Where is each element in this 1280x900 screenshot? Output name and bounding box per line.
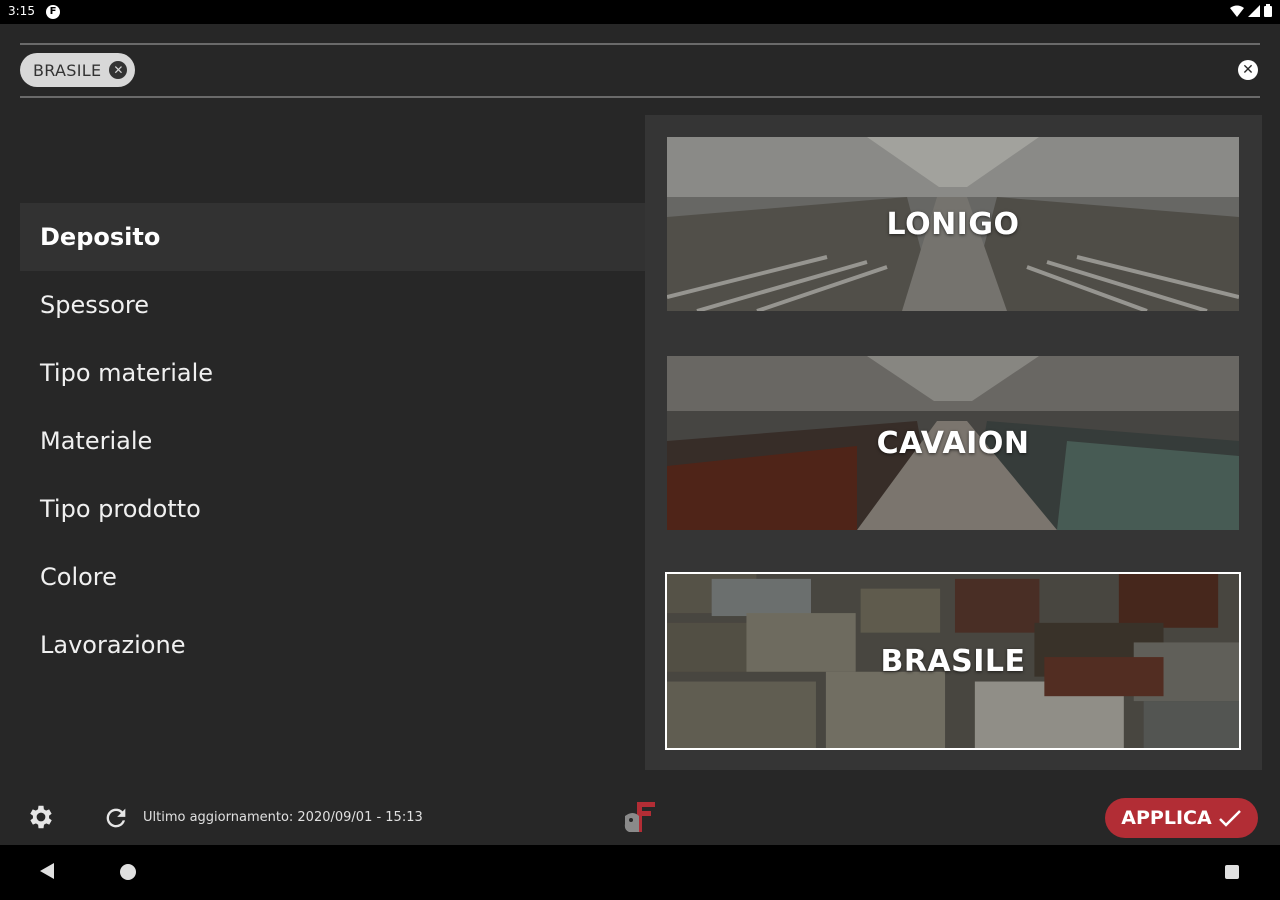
filter-item-spessore[interactable]: Spessore bbox=[20, 271, 645, 339]
filter-category-list: Deposito Spessore Tipo materiale Materia… bbox=[20, 203, 645, 679]
filter-item-materiale[interactable]: Materiale bbox=[20, 407, 645, 475]
status-icons bbox=[1230, 4, 1272, 17]
apply-label: APPLICA bbox=[1121, 807, 1212, 829]
recents-icon[interactable] bbox=[1225, 865, 1239, 879]
option-card-brasile[interactable]: BRASILE bbox=[665, 572, 1241, 750]
filter-item-tipo-materiale[interactable]: Tipo materiale bbox=[20, 339, 645, 407]
option-card-lonigo[interactable]: LONIGO bbox=[667, 137, 1239, 311]
chip-remove-icon[interactable]: ✕ bbox=[109, 61, 128, 79]
clear-search-icon[interactable]: ✕ bbox=[1238, 60, 1258, 80]
wifi-icon bbox=[1230, 5, 1244, 17]
bottom-toolbar: Ultimo aggiornamento: 2020/09/01 - 15:13… bbox=[0, 792, 1280, 845]
filter-chip-brasile[interactable]: BRASILE ✕ bbox=[20, 53, 136, 87]
chip-label: BRASILE bbox=[33, 60, 102, 80]
filter-item-lavorazione[interactable]: Lavorazione bbox=[20, 611, 645, 679]
filter-item-tipo-prodotto[interactable]: Tipo prodotto bbox=[20, 475, 645, 543]
apply-button[interactable]: APPLICA bbox=[1105, 798, 1258, 838]
battery-icon bbox=[1264, 4, 1272, 17]
brand-logo bbox=[624, 802, 655, 832]
home-icon[interactable] bbox=[120, 864, 136, 880]
option-label: LONIGO bbox=[886, 206, 1020, 242]
back-icon[interactable] bbox=[40, 863, 54, 879]
option-label: BRASILE bbox=[880, 643, 1026, 679]
option-label: CAVAION bbox=[876, 425, 1030, 461]
option-card-cavaion[interactable]: CAVAION bbox=[667, 356, 1239, 530]
filter-item-colore[interactable]: Colore bbox=[20, 543, 645, 611]
notification-app-icon: F bbox=[46, 5, 60, 19]
gear-icon[interactable] bbox=[26, 802, 56, 832]
search-bar[interactable]: BRASILE ✕ ✕ bbox=[20, 43, 1260, 98]
checkmark-icon bbox=[1218, 810, 1241, 827]
filter-item-deposito[interactable]: Deposito bbox=[20, 203, 645, 271]
deposit-options-panel: LONIGO CAVAION BRASILE bbox=[645, 115, 1262, 770]
system-navigation-bar bbox=[0, 845, 1280, 900]
last-update-text: Ultimo aggiornamento: 2020/09/01 - 15:13 bbox=[143, 810, 423, 825]
status-bar: 3:15 F bbox=[0, 0, 1280, 24]
status-time: 3:15 bbox=[8, 4, 35, 18]
app-window: BRASILE ✕ ✕ Deposito Spessore Tipo mater… bbox=[0, 24, 1280, 845]
refresh-icon[interactable] bbox=[102, 804, 130, 832]
signal-icon bbox=[1248, 4, 1260, 17]
